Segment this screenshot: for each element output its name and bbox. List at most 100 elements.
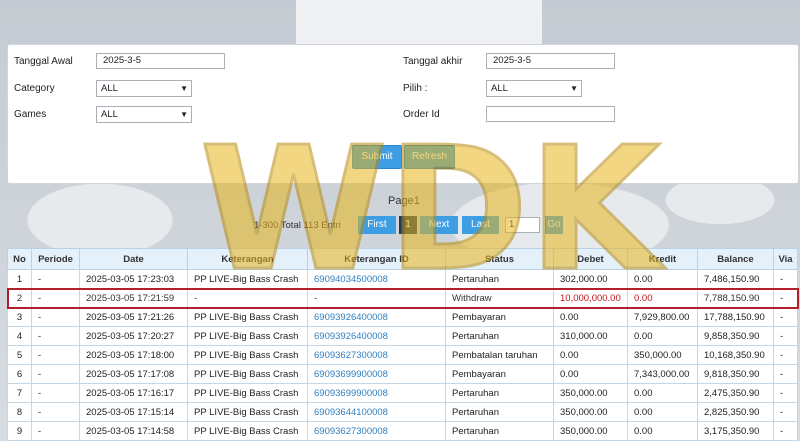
- cell-status: Pertaruhan: [445, 269, 554, 289]
- category-select[interactable]: ALL ▼: [96, 80, 192, 97]
- cell-ket-id[interactable]: 69094034500008: [307, 269, 446, 289]
- chevron-down-icon: ▼: [570, 84, 578, 93]
- table-row: 2-2025-03-05 17:21:59- - Withdraw 10,000,00…: [6, 287, 799, 309]
- cell-periode: -: [31, 288, 80, 308]
- column-header: Kredit: [627, 248, 698, 270]
- cell-periode: -: [31, 345, 80, 365]
- cell-ket: PP LIVE-Big Bass Crash: [187, 402, 308, 422]
- cell-ket: PP LIVE-Big Bass Crash: [187, 326, 308, 346]
- pilih-select[interactable]: ALL ▼: [486, 80, 582, 97]
- cell-balance: 3,175,350.90: [697, 421, 774, 441]
- page-number-input[interactable]: 1: [505, 217, 540, 233]
- cell-date: 2025-03-05 17:14:58: [79, 421, 188, 441]
- page-title: Page1: [388, 195, 420, 207]
- cell-balance: 7,486,150.90: [697, 269, 774, 289]
- cell-ket-id[interactable]: 69093699900008: [307, 364, 446, 384]
- end-date-input[interactable]: 2025-3-5: [486, 53, 615, 69]
- cell-status: Pertaruhan: [445, 402, 554, 422]
- cell-via: -: [773, 345, 798, 365]
- cell-balance: 10,168,350.90: [697, 345, 774, 365]
- cell-kredit: 7,929,800.00: [627, 307, 698, 327]
- table-row: 7-2025-03-05 17:16:17 PP LIVE-Big Bass Cr…: [7, 383, 798, 403]
- cell-balance: 9,858,350.90: [697, 326, 774, 346]
- cell-status: Pertaruhan: [445, 383, 554, 403]
- cell-status: Pembatalan taruhan: [445, 345, 554, 365]
- cell-no: 2: [7, 288, 32, 308]
- cell-ket-id[interactable]: 69093926400008: [307, 307, 446, 327]
- cell-ket-id[interactable]: 69093644100008: [307, 402, 446, 422]
- games-select[interactable]: ALL ▼: [96, 106, 192, 123]
- cell-no: 6: [7, 364, 32, 384]
- table-header-row: No Periode Date Keterangan Keterangan ID Stat…: [7, 248, 798, 270]
- cell-no: 9: [7, 421, 32, 441]
- cell-debet: 350,000.00: [553, 421, 628, 441]
- cell-via: -: [773, 307, 798, 327]
- current-page-button[interactable]: 1: [399, 216, 417, 234]
- table-row: 3-2025-03-05 17:21:26 PP LIVE-Big Bass Cr…: [7, 307, 798, 327]
- column-header: Via: [773, 248, 798, 270]
- next-page-button[interactable]: Next: [420, 216, 458, 234]
- cell-ket-id[interactable]: 69093699900008: [307, 383, 446, 403]
- games-label: Games: [14, 109, 47, 120]
- cell-debet: 0.00: [553, 364, 628, 384]
- cell-kredit: 0.00: [627, 269, 698, 289]
- cell-status: Pembayaran: [445, 307, 554, 327]
- column-header: Debet: [553, 248, 628, 270]
- cell-no: 4: [7, 326, 32, 346]
- cell-debet: 0.00: [553, 307, 628, 327]
- cell-ket: PP LIVE-Big Bass Crash: [187, 269, 308, 289]
- last-page-button[interactable]: Last: [462, 216, 499, 234]
- cell-kredit: 0.00: [627, 383, 698, 403]
- refresh-button[interactable]: Refresh: [404, 145, 455, 169]
- cell-date: 2025-03-05 17:21:26: [79, 307, 188, 327]
- cell-periode: -: [31, 421, 80, 441]
- cell-periode: -: [31, 326, 80, 346]
- cell-ket: PP LIVE-Big Bass Crash: [187, 307, 308, 327]
- cell-ket-id[interactable]: 69093627300008: [307, 345, 446, 365]
- cell-no: 5: [7, 345, 32, 365]
- cell-no: 8: [7, 402, 32, 422]
- cell-date: 2025-03-05 17:21:59: [79, 288, 188, 308]
- column-header: Keterangan: [187, 248, 308, 270]
- header-banner: [296, 0, 542, 48]
- cell-balance: 2,825,350.90: [697, 402, 774, 422]
- chevron-down-icon: ▼: [180, 84, 188, 93]
- cell-debet: 0.00: [553, 345, 628, 365]
- cell-kredit: 0.00: [627, 288, 698, 308]
- cell-via: -: [773, 269, 798, 289]
- cell-ket-id[interactable]: 69093926400008: [307, 326, 446, 346]
- order-id-input[interactable]: [486, 106, 615, 122]
- cell-status: Pertaruhan: [445, 326, 554, 346]
- column-header: Balance: [697, 248, 774, 270]
- cell-ket: PP LIVE-Big Bass Crash: [187, 364, 308, 384]
- cell-status: Pembayaran: [445, 364, 554, 384]
- table-row: 9-2025-03-05 17:14:58 PP LIVE-Big Bass Cr…: [7, 421, 798, 441]
- cell-via: -: [773, 383, 798, 403]
- table-row: 8-2025-03-05 17:15:14 PP LIVE-Big Bass Cr…: [7, 402, 798, 422]
- order-id-label: Order Id: [403, 109, 440, 120]
- cell-debet: 10,000,000.00: [553, 288, 628, 308]
- column-header: Date: [79, 248, 188, 270]
- cell-date: 2025-03-05 17:15:14: [79, 402, 188, 422]
- cell-status: Pertaruhan: [445, 421, 554, 441]
- first-page-button[interactable]: First: [358, 216, 396, 234]
- submit-button[interactable]: Submit: [352, 145, 402, 169]
- column-header: No: [7, 248, 32, 270]
- filter-panel: Tanggal Awal 2025-3-5 Tanggal akhir 2025…: [7, 44, 799, 184]
- cell-balance: 2,475,350.90: [697, 383, 774, 403]
- cell-periode: -: [31, 269, 80, 289]
- table-row: 4-2025-03-05 17:20:27 PP LIVE-Big Bass Cr…: [7, 326, 798, 346]
- cell-no: 1: [7, 269, 32, 289]
- cell-periode: -: [31, 383, 80, 403]
- cell-via: -: [773, 364, 798, 384]
- cell-debet: 302,000.00: [553, 269, 628, 289]
- cell-kredit: 350,000.00: [627, 345, 698, 365]
- cell-kredit: 0.00: [627, 326, 698, 346]
- cell-balance: 9,818,350.90: [697, 364, 774, 384]
- cell-ket: PP LIVE-Big Bass Crash: [187, 383, 308, 403]
- cell-debet: 310,000.00: [553, 326, 628, 346]
- go-button[interactable]: Go: [545, 216, 563, 234]
- start-date-input[interactable]: 2025-3-5: [96, 53, 225, 69]
- cell-date: 2025-03-05 17:20:27: [79, 326, 188, 346]
- cell-ket-id[interactable]: 69093627300008: [307, 421, 446, 441]
